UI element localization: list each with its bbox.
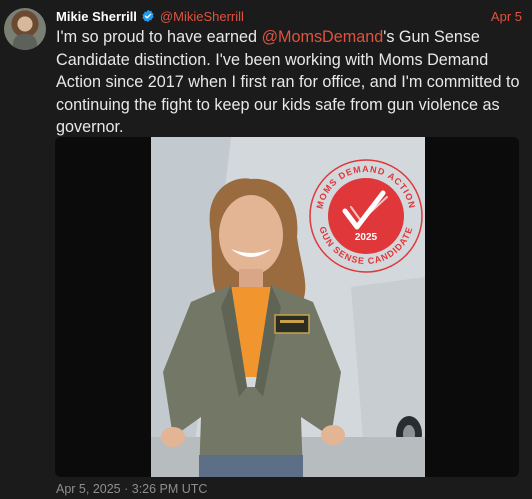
tweet-date[interactable]: Apr 5	[491, 9, 522, 24]
tweet-text-part: I'm so proud to have earned	[56, 28, 262, 46]
tweet-text: I'm so proud to have earned @MomsDemand'…	[56, 26, 526, 139]
tweet-timestamp[interactable]: Apr 5, 2025 · 3:26 PM UTC	[56, 482, 207, 496]
verified-badge-icon	[141, 9, 155, 23]
tweet-header: Mikie Sherrill @MikieSherrill Apr 5	[56, 7, 522, 25]
tweet-media[interactable]: 2025 MOMS DEMAND ACTION GUN SENSE CANDID…	[55, 137, 519, 477]
mention-link[interactable]: @MomsDemand	[262, 28, 384, 46]
author-name[interactable]: Mikie Sherrill	[56, 9, 137, 24]
avatar[interactable]	[4, 8, 46, 50]
badge-year: 2025	[355, 232, 378, 243]
tweet-photo[interactable]: 2025 MOMS DEMAND ACTION GUN SENSE CANDID…	[151, 137, 425, 477]
tweet-card[interactable]: Mikie Sherrill @MikieSherrill Apr 5 I'm …	[0, 0, 532, 499]
author-handle[interactable]: @MikieSherrill	[160, 9, 244, 24]
